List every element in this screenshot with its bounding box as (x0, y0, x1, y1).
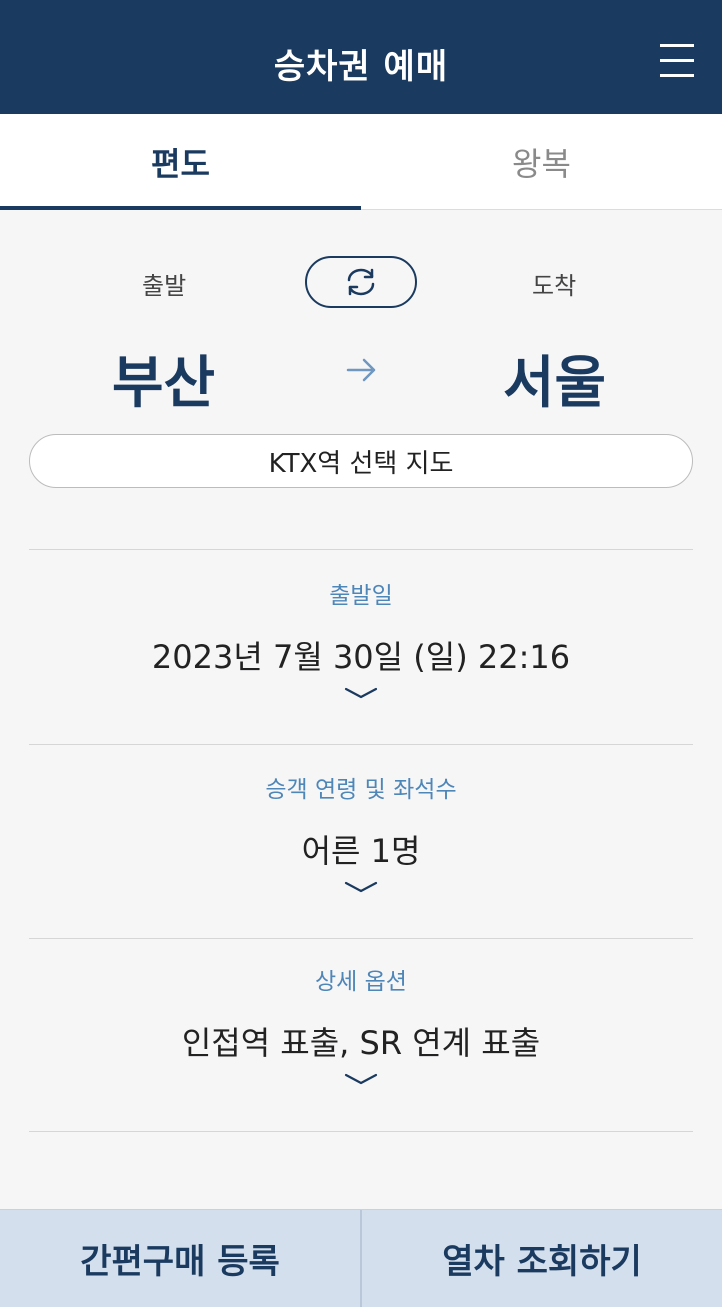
swap-stations-button[interactable] (305, 256, 417, 308)
arrival-label: 도착 (532, 272, 577, 300)
arrow-right-icon (346, 358, 376, 382)
swap-icon (347, 268, 375, 296)
bottom-action-bar: 간편구매 등록 열차 조회하기 (0, 1209, 722, 1307)
tab-round-trip[interactable]: 왕복 (361, 114, 722, 209)
departure-date-selector[interactable]: 출발일 2023년 7월 30일 (일) 22:16 (29, 576, 693, 700)
divider (29, 1131, 693, 1132)
departure-date-label: 출발일 (329, 583, 393, 609)
station-map-button[interactable]: KTX역 선택 지도 (29, 434, 693, 488)
detail-options-label: 상세 옵션 (315, 969, 407, 995)
divider (29, 549, 693, 550)
detail-options-value: 인접역 표출, SR 연계 표출 (181, 1024, 541, 1062)
page-title: 승차권 예매 (273, 46, 449, 87)
chevron-down-icon (344, 881, 378, 893)
hamburger-menu-icon[interactable] (660, 44, 694, 78)
chevron-down-icon (344, 687, 378, 699)
detail-options-selector[interactable]: 상세 옵션 인접역 표출, SR 연계 표출 (29, 962, 693, 1086)
app-header: 승차권 예매 (0, 0, 722, 114)
departure-date-value: 2023년 7월 30일 (일) 22:16 (151, 638, 571, 676)
search-trains-button[interactable]: 열차 조회하기 (362, 1210, 722, 1307)
tab-one-way[interactable]: 편도 (0, 114, 361, 210)
passenger-value: 어른 1명 (301, 832, 421, 870)
trip-type-tabs: 편도 왕복 (0, 114, 722, 210)
departure-station[interactable]: 부산 (112, 338, 215, 419)
quick-purchase-register-button[interactable]: 간편구매 등록 (0, 1210, 360, 1307)
divider (29, 744, 693, 745)
chevron-down-icon (344, 1073, 378, 1085)
divider (29, 938, 693, 939)
departure-label: 출발 (142, 272, 187, 300)
passenger-selector[interactable]: 승객 연령 및 좌석수 어른 1명 (29, 770, 693, 894)
passenger-label: 승객 연령 및 좌석수 (265, 777, 457, 803)
arrival-station[interactable]: 서울 (503, 338, 606, 419)
